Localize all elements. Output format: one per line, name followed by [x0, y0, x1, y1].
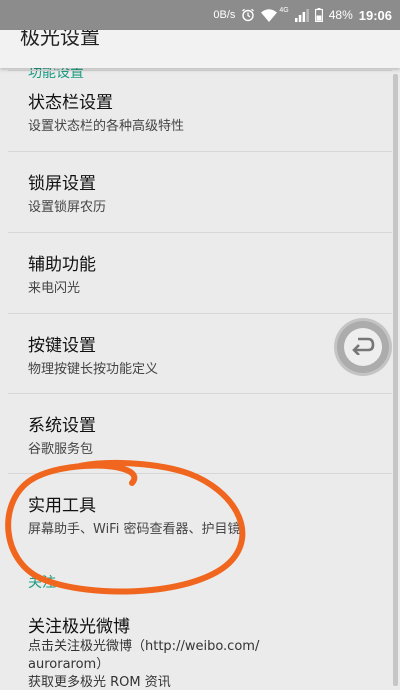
settings-item-title: 系统设置: [28, 416, 96, 436]
subtitle-line: aurorarom）: [28, 657, 110, 672]
network-type-label: 4G: [279, 6, 289, 14]
settings-item-title: 按键设置: [28, 336, 96, 356]
settings-list[interactable]: 功能设置 状态栏设置 设置状态栏的各种高级特性 锁屏设置 设置锁屏农历 辅助功能…: [0, 68, 400, 690]
clock-time: 19:06: [358, 7, 392, 23]
section-header-follow: 关注: [28, 575, 56, 591]
alarm-icon: [241, 8, 255, 22]
settings-item-title: 实用工具: [28, 496, 96, 516]
settings-item-follow-weibo[interactable]: 关注极光微博 点击关注极光微博（http://weibo.com/ aurora…: [8, 596, 392, 690]
network-speed: 0B/s: [213, 9, 236, 21]
floating-back-inner: [344, 328, 382, 366]
wifi-icon: [261, 8, 278, 22]
settings-item-subtitle: 设置锁屏农历: [28, 200, 107, 215]
floating-back-button[interactable]: [334, 318, 392, 376]
status-bar-right: 0B/s 4G 48% 19:06: [213, 0, 392, 30]
settings-item-subtitle: 屏幕助手、WiFi 密码查看器、护目镜: [28, 522, 241, 537]
settings-item-subtitle: 谷歌服务包: [28, 442, 94, 457]
settings-item-title: 辅助功能: [28, 255, 96, 275]
battery-percent: 48%: [328, 8, 353, 22]
scrollbar[interactable]: [393, 74, 398, 686]
settings-item-tools[interactable]: 实用工具 屏幕助手、WiFi 密码查看器、护目镜: [8, 473, 392, 554]
settings-item-subtitle: 物理按键长按功能定义: [28, 362, 159, 377]
settings-item-lockscreen[interactable]: 锁屏设置 设置锁屏农历: [8, 151, 392, 232]
subtitle-line: 获取更多极光 ROM 资讯: [28, 675, 171, 690]
settings-item-subtitle: 来电闪光: [28, 281, 81, 296]
title-bar: 极光设置: [0, 30, 400, 68]
settings-item-statusbar[interactable]: 状态栏设置 设置状态栏的各种高级特性: [8, 70, 392, 151]
back-arrow-icon: [350, 335, 376, 359]
settings-item-title: 状态栏设置: [28, 93, 113, 113]
page-title: 极光设置: [20, 30, 100, 49]
status-bar: 0B/s 4G 48% 19:06: [0, 0, 400, 30]
settings-item-accessibility[interactable]: 辅助功能 来电闪光: [8, 232, 392, 313]
settings-item-system[interactable]: 系统设置 谷歌服务包: [8, 393, 392, 474]
signal-icon: [294, 8, 309, 22]
battery-icon: [314, 8, 323, 22]
settings-item-title: 关注极光微博: [28, 617, 130, 637]
subtitle-line: 点击关注极光微博（http://weibo.com/: [28, 639, 260, 654]
settings-item-title: 锁屏设置: [28, 174, 96, 194]
settings-item-subtitle: 点击关注极光微博（http://weibo.com/ aurorarom） 获取…: [28, 638, 259, 690]
settings-item-subtitle: 设置状态栏的各种高级特性: [28, 119, 185, 134]
